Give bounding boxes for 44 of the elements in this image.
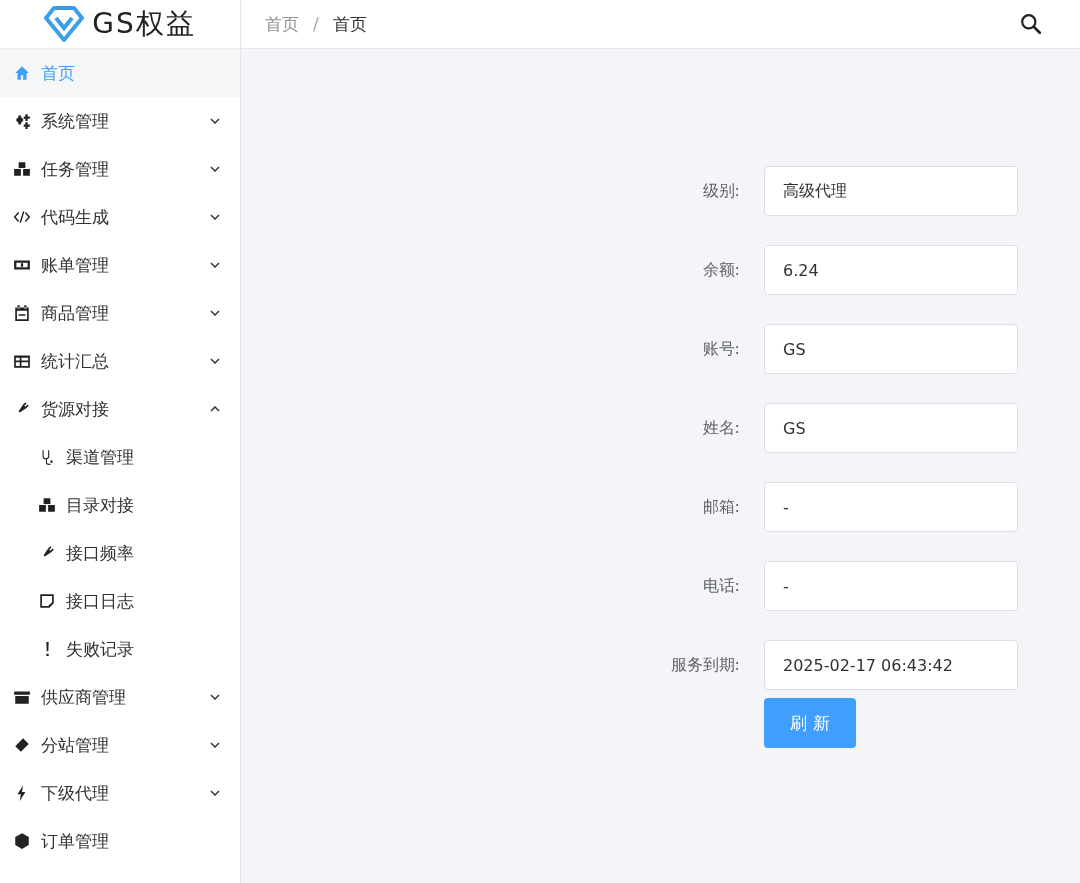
house-icon [13, 64, 31, 82]
input-field[interactable]: - [764, 482, 1018, 532]
breadcrumb-link[interactable]: 首页 [332, 12, 367, 36]
field-label: 姓名: [701, 417, 740, 439]
input-field[interactable]: GS [764, 403, 1018, 453]
input-field[interactable]: - [764, 561, 1018, 611]
input-field[interactable]: 6.24 [764, 245, 1018, 295]
input-field[interactable]: GS [764, 324, 1018, 374]
sidebar-item[interactable]: 账单管理 [0, 241, 240, 289]
sidebar-subitem[interactable]: 接口频率 [0, 529, 240, 577]
sidebar-subitem[interactable]: 接口日志 [0, 577, 240, 625]
sidebar-item[interactable]: 任务管理 [0, 145, 240, 193]
breadcrumb-separator: / [313, 14, 319, 34]
field-label: 电话: [701, 575, 740, 597]
sidebar-item[interactable]: 统计汇总 [0, 337, 240, 385]
cubes-icon [13, 160, 31, 178]
search-icon[interactable] [1020, 13, 1042, 35]
sidebar-item[interactable]: 下级代理 [0, 769, 240, 817]
sidebar-item[interactable]: 分站管理 [0, 721, 240, 769]
archive-icon [13, 688, 31, 706]
field-label: 服务到期: [669, 654, 740, 676]
sidebar-subitem[interactable]: 失败记录 [0, 625, 240, 673]
note-icon [38, 592, 56, 610]
field-label: 余额: [701, 259, 740, 281]
logo-icon [44, 4, 85, 44]
sidebar-item[interactable]: 商品管理 [0, 289, 240, 337]
field-label: 邮箱: [701, 496, 740, 518]
sidebar-item[interactable]: 货源对接 [0, 385, 240, 433]
exclamation-icon [46, 642, 49, 656]
sidebar-item[interactable]: 订单管理 [0, 817, 240, 865]
input-field[interactable]: 高级代理 [764, 166, 1018, 216]
sidebar-item[interactable]: 供应商管理 [0, 673, 240, 721]
sidebar-subitem[interactable]: 目录对接 [0, 481, 240, 529]
cubes-icon [38, 496, 56, 514]
input-field[interactable]: 2025-02-17 06:43:42 [764, 640, 1018, 690]
sidebar-item[interactable]: 系统管理 [0, 97, 240, 145]
field-label: 账号: [701, 338, 740, 360]
calendar-icon [13, 304, 31, 322]
sidebar-subitem[interactable]: 渠道管理 [0, 433, 240, 481]
sidebar-item[interactable]: 代码生成 [0, 193, 240, 241]
field-label: 级别: [701, 180, 740, 202]
table-icon [13, 352, 31, 370]
code-icon [13, 208, 31, 226]
logo-text: GS权益 [92, 6, 196, 42]
